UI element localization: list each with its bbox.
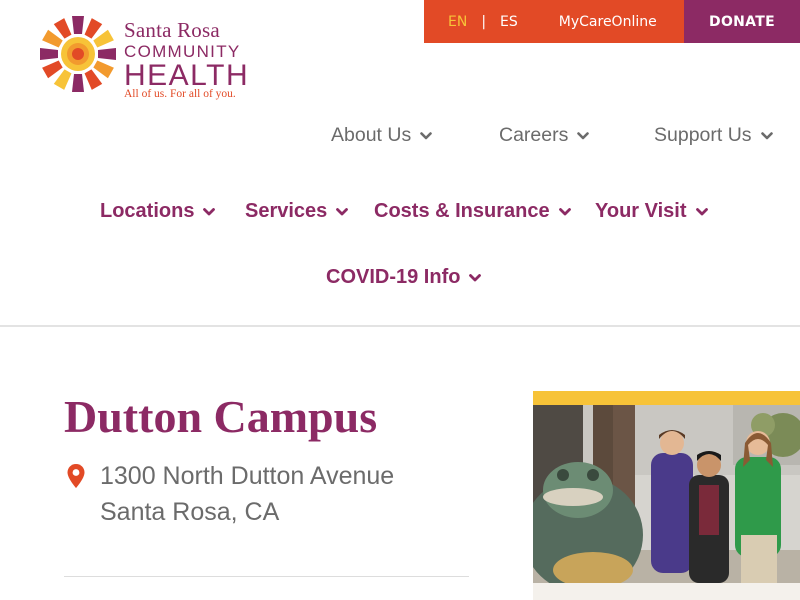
photo-accent-bar bbox=[533, 391, 800, 405]
donate-button[interactable]: DONATE bbox=[684, 0, 800, 43]
nav-support-us[interactable]: Support Us bbox=[654, 124, 773, 147]
language-es-link[interactable]: ES bbox=[500, 14, 518, 30]
mycareonline-link[interactable]: MyCareOnline bbox=[559, 14, 657, 30]
site-logo[interactable]: Santa Rosa COMMUNITY HEALTH All of us. F… bbox=[38, 14, 248, 106]
nav-costs-insurance[interactable]: Costs & Insurance bbox=[374, 200, 571, 223]
logo-tagline: All of us. For all of you. bbox=[124, 88, 236, 100]
nav-locations[interactable]: Locations bbox=[100, 200, 216, 223]
address-line-city: Santa Rosa, CA bbox=[100, 498, 280, 526]
nav-services-label: Services bbox=[245, 200, 328, 222]
nav-locations-label: Locations bbox=[100, 200, 195, 222]
nav-covid-19-info[interactable]: COVID-19 Info bbox=[326, 266, 482, 289]
address-line-street: 1300 North Dutton Avenue bbox=[100, 462, 395, 490]
chevron-down-icon bbox=[695, 207, 708, 216]
map-pin-icon bbox=[67, 464, 85, 488]
nav-about-us-label: About Us bbox=[331, 124, 412, 146]
nav-about-us[interactable]: About Us bbox=[331, 124, 433, 147]
campus-photo-card bbox=[533, 391, 800, 600]
photo-footer bbox=[533, 583, 800, 600]
chevron-down-icon bbox=[203, 207, 216, 216]
chevron-down-icon bbox=[420, 131, 433, 140]
nav-your-visit[interactable]: Your Visit bbox=[595, 200, 708, 223]
chevron-down-icon bbox=[558, 207, 571, 216]
logo-line-community: COMMUNITY bbox=[124, 42, 241, 61]
nav-support-us-label: Support Us bbox=[654, 124, 752, 146]
nav-covid-19-info-label: COVID-19 Info bbox=[326, 266, 461, 288]
chevron-down-icon bbox=[469, 273, 482, 282]
chevron-down-icon bbox=[336, 207, 349, 216]
content-divider bbox=[64, 576, 469, 577]
header-divider bbox=[0, 325, 800, 327]
nav-your-visit-label: Your Visit bbox=[595, 200, 687, 222]
nav-costs-insurance-label: Costs & Insurance bbox=[374, 200, 550, 222]
chevron-down-icon bbox=[577, 131, 590, 140]
nav-services[interactable]: Services bbox=[245, 200, 349, 223]
chevron-down-icon bbox=[760, 131, 773, 140]
language-en-link[interactable]: EN bbox=[448, 14, 467, 30]
campus-photo bbox=[533, 405, 800, 583]
utility-links: EN | ES MyCareOnline bbox=[424, 0, 684, 43]
utility-bar: EN | ES MyCareOnline DONATE bbox=[424, 0, 800, 43]
secondary-nav: About Us Careers Support Us bbox=[0, 124, 800, 150]
page-title: Dutton Campus bbox=[64, 391, 378, 442]
address: 1300 North Dutton Avenue Santa Rosa, CA bbox=[100, 458, 394, 530]
logo-line-santa-rosa: Santa Rosa bbox=[124, 18, 220, 42]
logo-line-health: HEALTH bbox=[124, 59, 250, 92]
logo-wordmark: Santa Rosa COMMUNITY HEALTH bbox=[124, 16, 249, 91]
logo-sunburst-icon bbox=[40, 16, 116, 92]
language-separator: | bbox=[481, 13, 487, 30]
nav-careers-label: Careers bbox=[499, 124, 569, 146]
nav-careers[interactable]: Careers bbox=[499, 124, 590, 147]
